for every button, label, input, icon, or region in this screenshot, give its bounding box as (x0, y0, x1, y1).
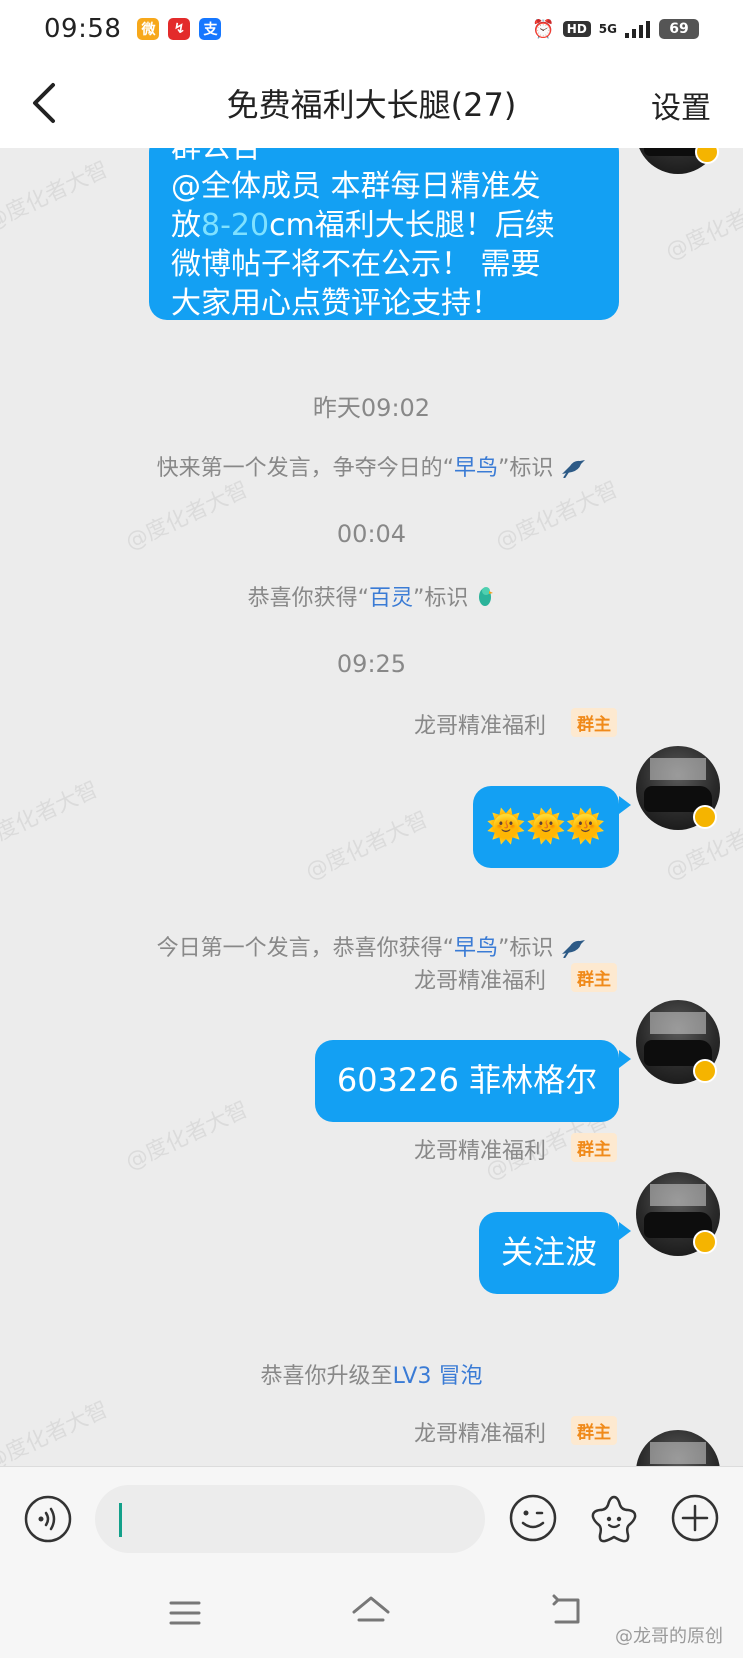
weibo-watermark: @龙哥的原创 (615, 1626, 723, 1647)
chat-messages[interactable]: @度化者大智 @度化者大智 @度化者大智 @度化者大智 @度化者大智 @度化者大… (0, 148, 743, 1466)
sender-name: 龙哥精准福利 (414, 969, 547, 994)
sender-name: 龙哥精准福利 (414, 1139, 547, 1164)
emoji-icon (509, 1494, 557, 1542)
system-nav-bar: @龙哥的原创 (0, 1570, 743, 1658)
system-text: 恭喜你获得“ (247, 586, 369, 611)
owner-badge: 群主 (571, 1416, 617, 1445)
watermark: @度化者大智 (0, 777, 103, 856)
message-text: 603226 菲林格尔 (336, 1061, 598, 1099)
system-text: ”标识 (413, 586, 469, 611)
alipay-app-icon: 支 (199, 18, 222, 40)
message-bubble[interactable]: 603226 菲林格尔 (315, 1040, 619, 1122)
early-bird-link[interactable]: 早鸟 (454, 456, 498, 481)
owner-badge: 群主 (571, 963, 617, 992)
status-bar: 09:58 微 ↯ 支 ⏰ HD 5G 69 (0, 0, 743, 58)
timestamp: 昨天09:02 (312, 394, 431, 422)
red-app-icon: ↯ (168, 18, 191, 40)
home-button[interactable] (350, 1594, 392, 1630)
sender-name: 龙哥精准福利 (414, 714, 547, 739)
back-button[interactable] (24, 78, 64, 128)
network-label: 5G (598, 22, 617, 36)
notice-line: 大家用心点赞评论支持！ (171, 286, 501, 321)
system-message: 快来第一个发言，争夺今日的“早鸟”标识 (0, 450, 743, 482)
avatar[interactable] (636, 1430, 720, 1466)
input-bar (0, 1466, 743, 1570)
status-app-icons: 微 ↯ 支 (137, 18, 222, 40)
star-sticker-icon (591, 1495, 637, 1543)
bird-icon (562, 940, 586, 959)
owner-badge: 群主 (571, 1133, 617, 1162)
back-arrow-icon (552, 1594, 580, 1624)
menu-icon (169, 1601, 201, 1625)
watermark: @度化者大智 (301, 807, 433, 886)
message-text: 关注波 (500, 1233, 597, 1271)
system-text: ”标识 (498, 936, 554, 961)
emoji-button[interactable] (508, 1493, 558, 1543)
system-text: ”标识 (498, 456, 554, 481)
level-link[interactable]: LV3 冒泡 (393, 1364, 483, 1389)
group-notice-bubble[interactable]: 群公告 @全体成员 本群每日精准发 放8-20cm福利大长腿！后续 微博帖子将不… (149, 148, 619, 321)
system-text: 快来第一个发言，争夺今日的“ (156, 456, 454, 481)
system-text: 今日第一个发言，恭喜你获得“ (156, 936, 454, 961)
bailing-link[interactable]: 百灵 (369, 586, 413, 611)
owner-badge: 群主 (571, 708, 617, 737)
watermark: @度化者大智 (0, 157, 113, 236)
alarm-icon: ⏰ (532, 18, 555, 40)
timestamp: 00:04 (336, 520, 407, 548)
notice-line: @全体成员 本群每日精准发 (171, 169, 541, 204)
watermark: @度化者大智 (661, 187, 743, 266)
chat-header: 免费福利大长腿(27) 设置 (0, 58, 743, 148)
settings-button[interactable]: 设置 (651, 83, 711, 127)
plus-icon (671, 1494, 719, 1542)
battery-indicator: 69 (659, 19, 699, 39)
system-text: 恭喜你升级至 (260, 1364, 393, 1389)
message-bubble[interactable]: 关注波 (479, 1212, 619, 1294)
nav-back-button[interactable] (550, 1594, 586, 1628)
group-title: 免费福利大长腿(27) (226, 86, 517, 124)
recent-apps-button[interactable] (168, 1598, 202, 1628)
system-message: 恭喜你升级至LV3 冒泡 (0, 1358, 743, 1390)
bubble-tail (619, 796, 631, 814)
chevron-left-icon (33, 83, 55, 123)
watermark: @度化者大智 (121, 1097, 253, 1176)
verified-badge-icon (693, 1059, 717, 1083)
notice-highlight: 8-20 (201, 208, 270, 243)
message-text: 🌞🌞🌞 (486, 807, 606, 845)
message-input[interactable] (95, 1485, 485, 1553)
verified-badge-icon (693, 1230, 717, 1254)
notice-line: 微博帖子将不在公示！ 需要 (171, 247, 541, 282)
bird-icon (562, 460, 586, 479)
voice-button[interactable] (24, 1495, 72, 1543)
text-caret (119, 1503, 122, 1537)
parrot-icon (479, 587, 494, 606)
early-bird-link[interactable]: 早鸟 (454, 936, 498, 961)
status-system-icons: ⏰ HD 5G 69 (532, 19, 699, 40)
verified-badge-icon (693, 805, 717, 829)
sticker-button[interactable] (588, 1493, 640, 1545)
plus-button[interactable] (670, 1493, 720, 1543)
signal-icon (625, 21, 650, 38)
sender-name: 龙哥精准福利 (414, 1422, 547, 1447)
system-message: 恭喜你获得“百灵”标识 (0, 580, 743, 612)
notice-text: 放 (171, 208, 201, 243)
bubble-tail (619, 1050, 631, 1068)
message-bubble[interactable]: 🌞🌞🌞 (473, 786, 619, 868)
hd-badge: HD (562, 21, 591, 37)
timestamp: 09:25 (336, 650, 407, 678)
status-time: 09:58 (44, 14, 122, 44)
bubble-tail (619, 1222, 631, 1240)
voice-icon (24, 1495, 72, 1543)
notice-heading: 群公告 (171, 148, 597, 167)
home-icon (352, 1596, 390, 1622)
watermark: @度化者大智 (0, 1397, 113, 1466)
weibo-app-icon: 微 (137, 18, 160, 40)
system-message: 今日第一个发言，恭喜你获得“早鸟”标识 (0, 930, 743, 962)
notice-line: 放8-20cm福利大长腿！后续 (171, 206, 597, 245)
notice-text: cm福利大长腿！后续 (269, 208, 555, 243)
